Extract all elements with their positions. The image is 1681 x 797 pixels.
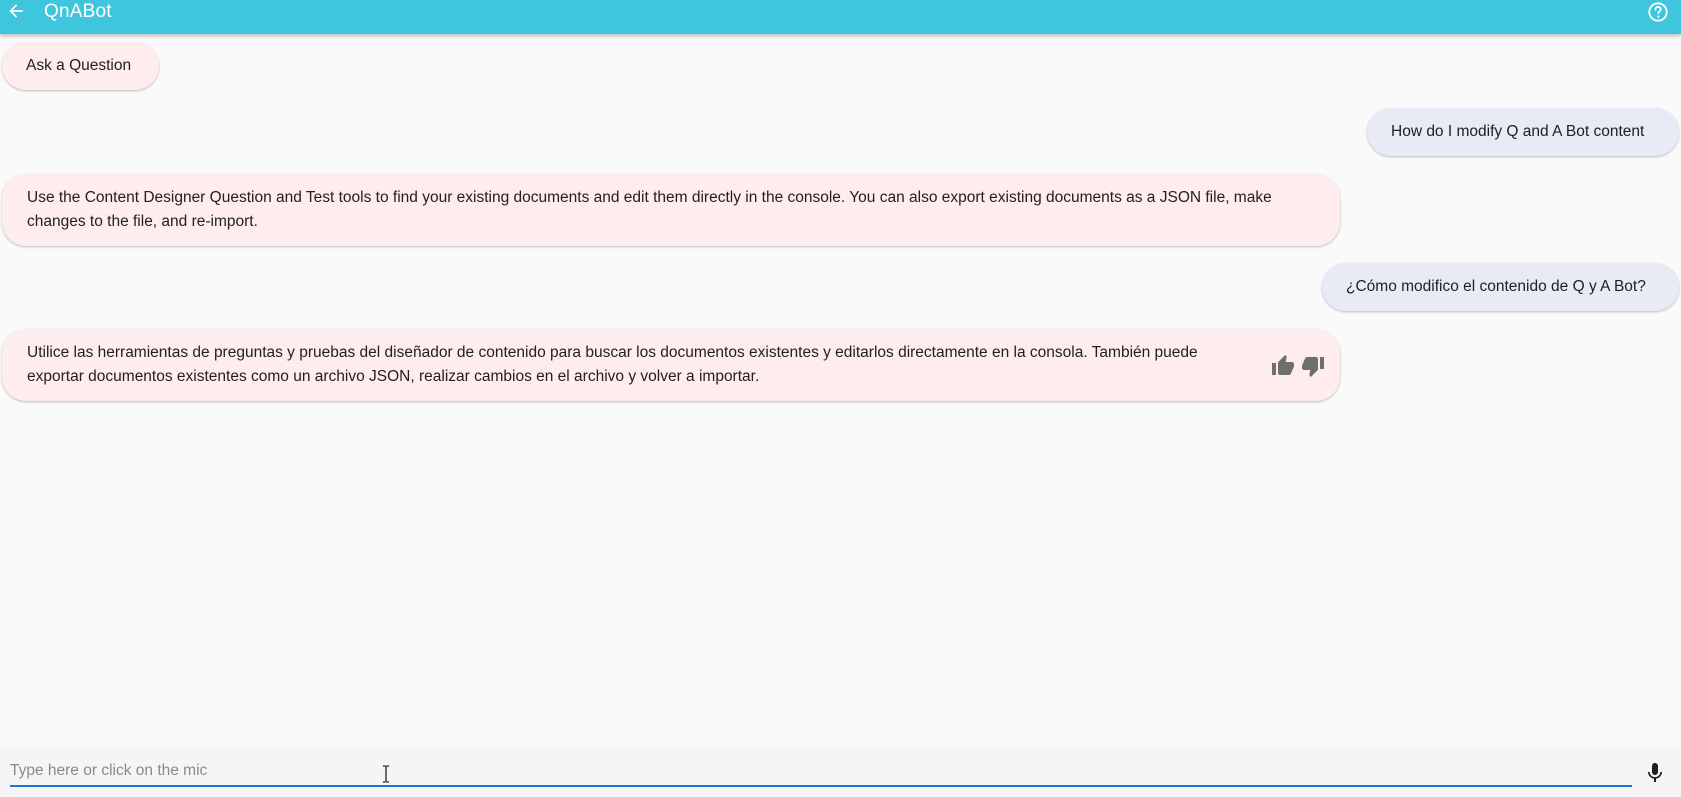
- arrow-left-icon: [9, 4, 23, 18]
- message-text: Ask a Question: [26, 57, 132, 74]
- text-cursor-icon: [383, 765, 389, 783]
- back-button[interactable]: [0, 0, 34, 28]
- message-text: How do I modify Q and A Bot content: [1391, 123, 1645, 140]
- microphone-icon: [1648, 763, 1662, 782]
- help-button[interactable]: [1645, 0, 1671, 25]
- message-text: Use the Content Designer Question and Te…: [27, 189, 1272, 230]
- app-title: QnABot: [44, 1, 112, 22]
- thumbs-down-button[interactable]: [1300, 353, 1326, 379]
- bot-message: Ask a Question: [2, 42, 159, 90]
- thumbs-down-icon: [1302, 357, 1324, 377]
- message-input[interactable]: [10, 757, 1632, 787]
- message-input-bar: [0, 747, 1681, 797]
- message-text: ¿Cómo modifico el contenido de Q y A Bot…: [1346, 278, 1646, 295]
- human-message: ¿Cómo modifico el contenido de Q y A Bot…: [1322, 263, 1679, 311]
- message-text: Utilice las herramientas de preguntas y …: [27, 344, 1198, 385]
- help-circle-icon: [1648, 2, 1668, 22]
- feedback-buttons: [1270, 353, 1326, 379]
- bot-message: Use the Content Designer Question and Te…: [2, 174, 1340, 246]
- chat-conversation: Ask a Question How do I modify Q and A B…: [0, 34, 1681, 747]
- thumbs-up-icon: [1272, 355, 1294, 375]
- thumbs-up-button[interactable]: [1270, 353, 1296, 379]
- bot-message: Utilice las herramientas de preguntas y …: [2, 329, 1340, 401]
- human-message: How do I modify Q and A Bot content: [1367, 108, 1679, 156]
- app-toolbar: QnABot: [0, 0, 1681, 34]
- mic-button[interactable]: [1641, 759, 1669, 787]
